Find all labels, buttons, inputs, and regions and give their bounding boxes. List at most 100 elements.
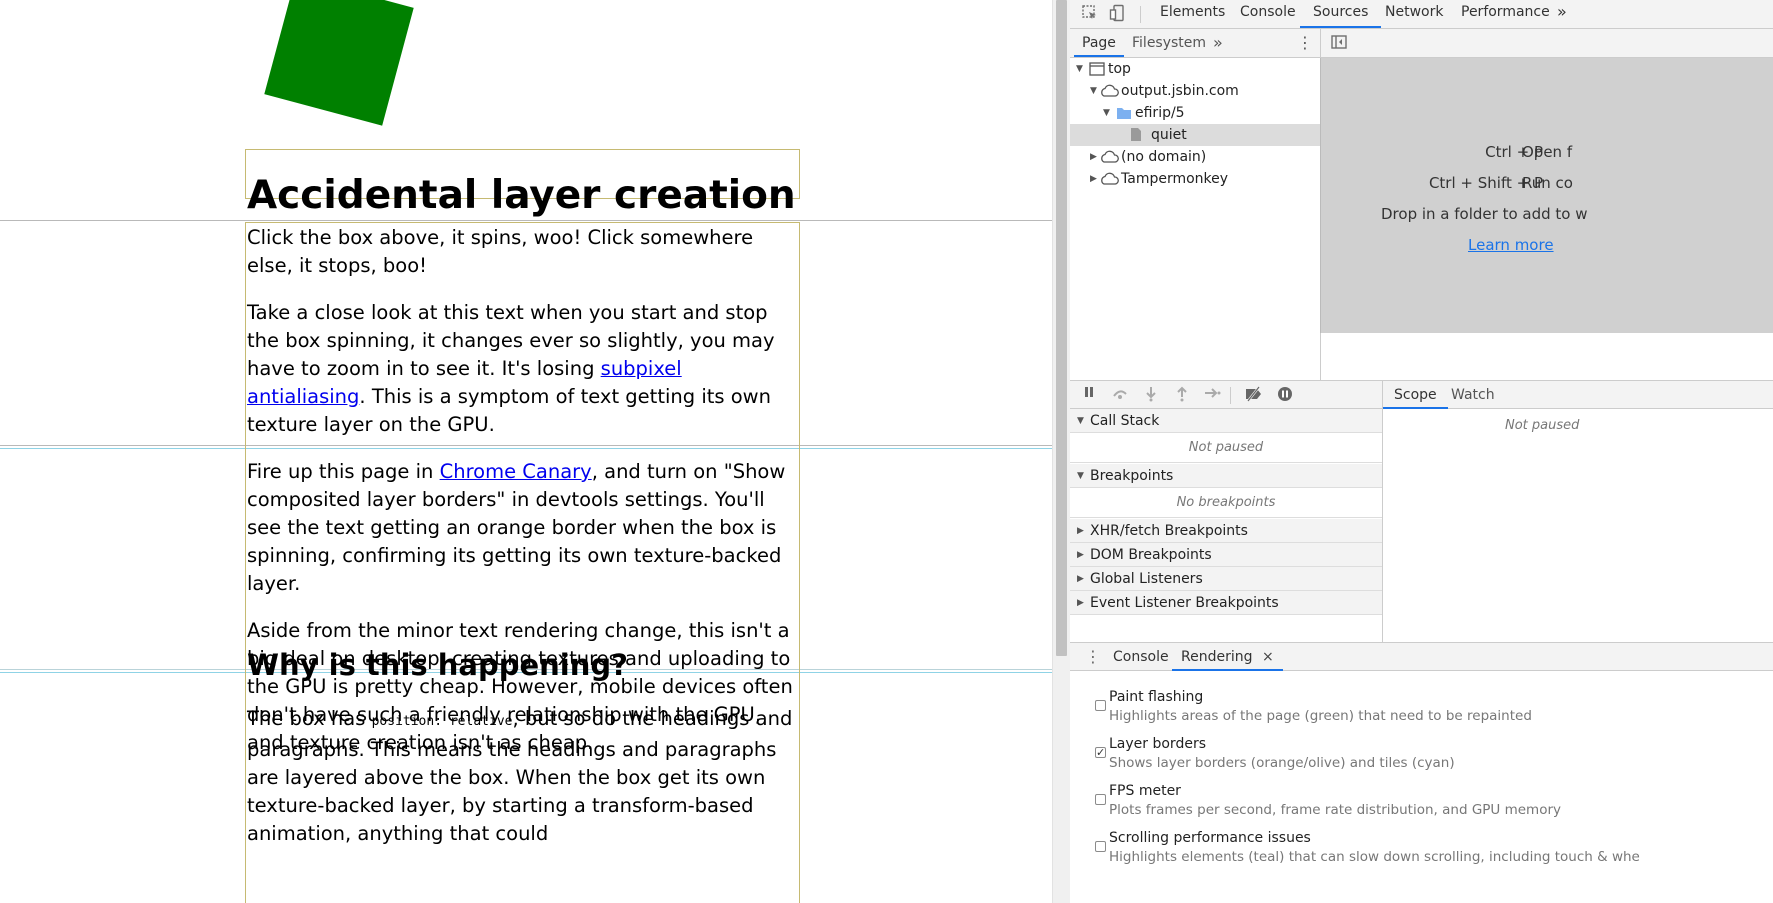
drop-folder-hint: Drop in a folder to add to w: [1381, 205, 1588, 223]
more-tabs-icon[interactable]: »: [1213, 29, 1223, 57]
tree-item-top[interactable]: ▼ top: [1070, 58, 1320, 80]
text: The box has: [247, 707, 372, 730]
separator: [1230, 387, 1231, 404]
tab-console[interactable]: Console: [1240, 0, 1296, 28]
option-title: Scrolling performance issues: [1109, 830, 1311, 846]
folder-icon: [1116, 105, 1132, 121]
step-into-icon[interactable]: [1142, 386, 1160, 404]
tree-item-label: Tampermonkey: [1121, 171, 1229, 187]
expanded-triangle-icon[interactable]: ▼: [1103, 102, 1113, 124]
rendering-option: ✓ Layer borders Shows layer borders (orang…: [1070, 735, 1773, 785]
navigator-menu-icon[interactable]: ⋮: [1297, 29, 1313, 57]
expanded-triangle-icon: ▼: [1077, 471, 1084, 481]
editor-placeholder: Ctrl + P Open f Ctrl + Shift + P Run co …: [1320, 58, 1773, 333]
section-status: Not paused: [1070, 433, 1382, 463]
tab-page[interactable]: Page: [1074, 29, 1124, 57]
checkbox[interactable]: [1095, 700, 1106, 711]
tab-network[interactable]: Network: [1385, 0, 1443, 28]
expanded-triangle-icon[interactable]: ▼: [1076, 58, 1086, 80]
toggle-navigator-icon[interactable]: [1329, 33, 1349, 53]
rendering-option: Scrolling performance issues Highlights e…: [1070, 829, 1773, 879]
rendering-option: Paint flashing Highlights areas of the pa…: [1070, 688, 1773, 738]
section-dom-breakpoints[interactable]: ▶ DOM Breakpoints: [1070, 543, 1382, 567]
page-scrollbar[interactable]: [1052, 0, 1070, 903]
rendering-options: Paint flashing Highlights areas of the pa…: [1070, 671, 1773, 903]
cloud-icon: [1099, 149, 1119, 165]
section-title: Event Listener Breakpoints: [1090, 595, 1279, 611]
shortcut-action: Open f: [1522, 143, 1573, 161]
tree-item-tampermonkey[interactable]: ▶ Tampermonkey: [1070, 168, 1320, 190]
cloud-icon: [1099, 171, 1119, 187]
content-paragraphs: Click the box above, it spins, woo! Clic…: [247, 224, 802, 776]
rendering-option: FPS meter Plots frames per second, frame …: [1070, 782, 1773, 832]
drawer-menu-icon[interactable]: ⋮: [1085, 643, 1101, 671]
scope-tabbar: Scope Watch: [1383, 380, 1773, 409]
tab-scope[interactable]: Scope: [1383, 381, 1448, 409]
tree-item-label: output.jsbin.com: [1121, 83, 1239, 99]
device-toolbar-icon[interactable]: [1108, 4, 1128, 24]
option-title: FPS meter: [1109, 783, 1181, 799]
text: Fire up this page in: [247, 460, 440, 483]
deactivate-breakpoints-icon[interactable]: [1244, 386, 1262, 404]
drawer-tab-console[interactable]: Console: [1113, 643, 1169, 671]
tree-item-quiet[interactable]: quiet: [1070, 124, 1320, 146]
scope-pane: Scope Watch Not paused: [1382, 380, 1773, 642]
inline-link[interactable]: Chrome Canary: [440, 460, 592, 483]
section-xhr-fetch-breakpoints[interactable]: ▶ XHR/fetch Breakpoints: [1070, 519, 1382, 543]
debugger-toolbar: [1070, 380, 1382, 409]
scrollbar-thumb[interactable]: [1056, 0, 1067, 656]
tab-performance[interactable]: Performance: [1461, 0, 1550, 28]
checkbox[interactable]: [1095, 794, 1106, 805]
tab-elements[interactable]: Elements: [1160, 0, 1225, 28]
tree-item-label: (no domain): [1121, 149, 1207, 165]
file-icon: [1130, 127, 1142, 143]
tree-item-output-jsbin-com[interactable]: ▼ output.jsbin.com: [1070, 80, 1320, 102]
close-icon[interactable]: ×: [1262, 649, 1274, 665]
tree-item-label: top: [1108, 61, 1131, 77]
frame-icon: [1089, 61, 1105, 77]
tree-item-label: quiet: [1151, 127, 1187, 143]
option-description: Highlights elements (teal) that can slow…: [1109, 849, 1640, 865]
section-call-stack[interactable]: ▼ Call Stack: [1070, 409, 1382, 433]
tab-watch[interactable]: Watch: [1451, 381, 1495, 409]
section-event-listener-breakpoints[interactable]: ▶ Event Listener Breakpoints: [1070, 591, 1382, 615]
checkbox-checked[interactable]: ✓: [1095, 747, 1106, 758]
devtools-panel: Elements Console Sources Network Perform…: [1070, 0, 1773, 903]
section-title: XHR/fetch Breakpoints: [1090, 523, 1248, 539]
option-title: Paint flashing: [1109, 689, 1204, 705]
section-status: No breakpoints: [1070, 488, 1382, 518]
page-viewport: Accidental layer creation Click the box …: [0, 0, 1052, 903]
editor-toolbar: [1320, 29, 1773, 58]
navigator-tree: ▼ top ▼ output.jsbin.com ▼ efirip/5 quiet ▶ (no …: [1070, 58, 1320, 380]
drawer-tab-rendering[interactable]: Rendering ×: [1172, 643, 1283, 671]
pause-icon[interactable]: [1080, 386, 1098, 404]
tab-sources[interactable]: Sources: [1300, 0, 1382, 28]
section-title: Call Stack: [1090, 413, 1160, 429]
option-description: Plots frames per second, frame rate dist…: [1109, 802, 1561, 818]
learn-more-link[interactable]: Learn more: [1468, 234, 1554, 256]
drawer-tabbar: ⋮ Console Rendering ×: [1070, 642, 1773, 671]
option-description: Highlights areas of the page (green) tha…: [1109, 708, 1532, 724]
collapsed-triangle-icon: ▶: [1077, 598, 1084, 608]
step-icon[interactable]: [1203, 386, 1221, 404]
scope-status: Not paused: [1505, 418, 1580, 433]
step-over-icon[interactable]: [1111, 386, 1129, 404]
collapsed-triangle-icon: ▶: [1077, 574, 1084, 584]
tree-item-efirip-5[interactable]: ▼ efirip/5: [1070, 102, 1320, 124]
step-out-icon[interactable]: [1173, 386, 1191, 404]
section-breakpoints[interactable]: ▼ Breakpoints: [1070, 464, 1382, 488]
content-paragraph: Click the box above, it spins, woo! Clic…: [247, 224, 802, 280]
section-global-listeners[interactable]: ▶ Global Listeners: [1070, 567, 1382, 591]
tree-item-no-domain[interactable]: ▶ (no domain): [1070, 146, 1320, 168]
separator: [1140, 6, 1141, 23]
pause-on-exceptions-icon[interactable]: [1276, 386, 1294, 404]
option-description: Shows layer borders (orange/olive) and t…: [1109, 755, 1455, 771]
spinning-box[interactable]: [264, 0, 414, 126]
text: Click the box above, it spins, woo! Clic…: [247, 226, 754, 277]
checkbox[interactable]: [1095, 841, 1106, 852]
more-tabs-icon[interactable]: »: [1557, 0, 1567, 28]
collapsed-triangle-icon: ▶: [1077, 526, 1084, 536]
tab-filesystem[interactable]: Filesystem: [1132, 29, 1206, 57]
inspect-element-icon[interactable]: [1080, 4, 1100, 24]
drawer-tab-label: Rendering: [1181, 649, 1253, 665]
